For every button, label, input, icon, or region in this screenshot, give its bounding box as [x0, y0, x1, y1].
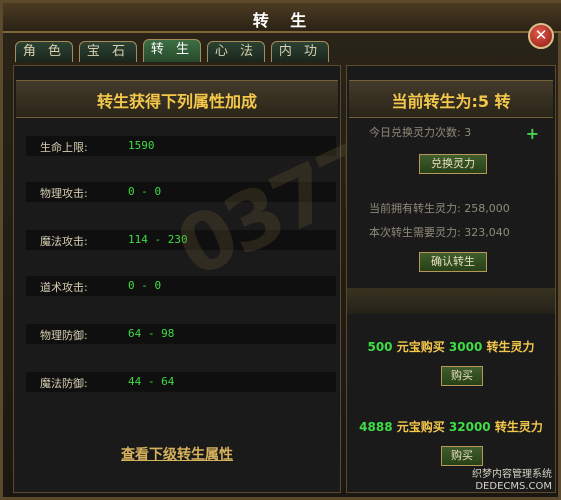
needed-spirit: 本次转生需要灵力: 323,040 — [369, 226, 510, 239]
rebirth-header: 当前转生为:5 转 — [349, 80, 553, 118]
stat-value: 64 - 98 — [128, 327, 175, 340]
buy-button-1[interactable]: 购买 — [441, 366, 483, 386]
attribute-header: 转生获得下列属性加成 — [16, 80, 338, 118]
stat-value: 0 - 0 — [128, 279, 162, 292]
offer-line-2: 4888 元宝购买 32000 转生灵力 — [347, 418, 555, 435]
offer1-text2: 转生灵力 — [482, 340, 535, 354]
tab-rebirth[interactable]: 转 生 — [143, 39, 201, 62]
plus-icon[interactable]: + — [526, 124, 539, 143]
stat-row: 道术攻击: 0 - 0 — [26, 276, 336, 296]
buy-button-2[interactable]: 购买 — [441, 446, 483, 466]
attribute-title: 转生获得下列属性加成 — [96, 92, 257, 111]
offer1-num1: 500 — [367, 340, 393, 354]
tab-gems[interactable]: 宝 石 — [79, 41, 137, 62]
daily-exchange-count: 今日兑换灵力次数: 3 — [369, 126, 472, 139]
tab-mind-method[interactable]: 心 法 — [207, 41, 265, 62]
stat-value: 1590 — [128, 139, 155, 152]
title-bar: 转 生 — [3, 3, 561, 33]
current-rebirth-title: 当前转生为:5 转 — [391, 92, 511, 111]
stat-row: 物理防御: 64 - 98 — [26, 324, 336, 344]
footer-line-2: DEDECMS.COM — [475, 481, 552, 492]
owned-spirit: 当前拥有转生灵力: 258,000 — [369, 202, 510, 215]
offer1-text1: 元宝购买 — [392, 340, 449, 354]
game-window: 转 生 ✕ 角 色 宝 石 转 生 心 法 内 功 转生获得下列属性加成 生命上… — [0, 0, 561, 500]
stat-label: 物理防御: — [40, 329, 88, 342]
footer-watermark: 织梦内容管理系统 DEDECMS.COM — [472, 469, 552, 493]
stat-label: 魔法防御: — [40, 377, 88, 390]
rebirth-panel: 当前转生为:5 转 今日兑换灵力次数: 3 + 兑换灵力 当前拥有转生灵力: 2… — [346, 65, 556, 493]
offer-line-1: 500 元宝购买 3000 转生灵力 — [347, 338, 555, 355]
stat-label: 物理攻击: — [40, 187, 88, 200]
stat-value: 44 - 64 — [128, 375, 175, 388]
confirm-rebirth-button[interactable]: 确认转生 — [419, 252, 487, 272]
stat-row: 魔法防御: 44 - 64 — [26, 372, 336, 392]
section-divider — [347, 288, 555, 314]
offer2-text2: 转生灵力 — [490, 420, 543, 434]
offer1-num2: 3000 — [448, 340, 483, 354]
footer-line-1: 织梦内容管理系统 — [472, 469, 552, 480]
offer2-text1: 元宝购买 — [392, 420, 449, 434]
tab-character[interactable]: 角 色 — [15, 41, 73, 62]
offer2-num1: 4888 — [359, 420, 393, 434]
tab-inner-power[interactable]: 内 功 — [271, 41, 329, 62]
stat-label: 生命上限: — [40, 141, 88, 154]
exchange-button[interactable]: 兑换灵力 — [419, 154, 487, 174]
stat-label: 道术攻击: — [40, 281, 88, 294]
next-level-link[interactable]: 查看下级转生属性 — [14, 444, 340, 464]
attribute-panel: 转生获得下列属性加成 生命上限: 1590 物理攻击: 0 - 0 魔法攻击: … — [13, 65, 341, 493]
window-title: 转 生 — [252, 11, 315, 30]
close-icon[interactable]: ✕ — [528, 23, 554, 49]
offer2-num2: 32000 — [448, 420, 491, 434]
stat-label: 魔法攻击: — [40, 235, 88, 248]
stat-value: 0 - 0 — [128, 185, 162, 198]
